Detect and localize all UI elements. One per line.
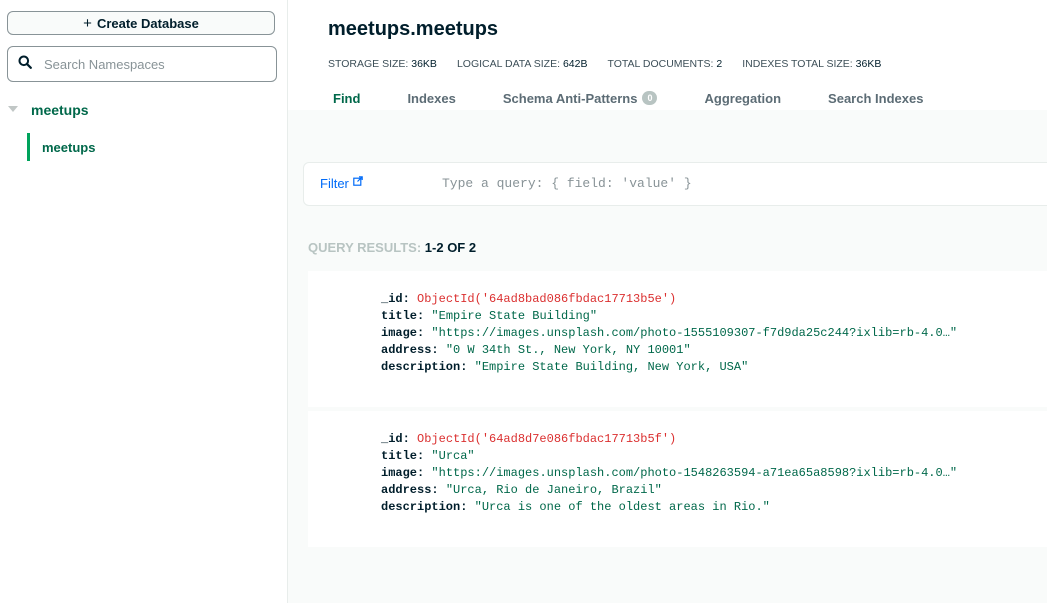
field-key: _id: [381,432,410,446]
stat-value: 642B [562,58,588,70]
field-address: address: "Urca, Rio de Janeiro, Brazil" [381,482,957,499]
plus-icon: + [83,14,92,32]
tab-label: Schema Anti-Patterns [502,90,638,106]
field-key: description: [381,500,468,514]
stat-label: STORAGE SIZE: [328,58,409,70]
field-address: address: "0 W 34th St., New York, NY 100… [381,342,957,359]
search-icon [18,55,32,74]
stat-indexes-total-size: INDEXES TOTAL SIZE: 36KB [742,58,881,70]
field-key: description: [381,360,468,374]
database-name[interactable]: meetups [31,102,89,118]
collection-name[interactable]: meetups [42,140,95,155]
field-key: _id: [381,292,410,306]
collection-tree-item[interactable]: meetups [27,133,280,161]
caret-down-icon[interactable] [8,106,18,112]
stat-storage-size: STORAGE SIZE: 36KB [328,58,437,70]
stat-logical-data-size: LOGICAL DATA SIZE: 642B [457,58,588,70]
field-image: image: "https://images.unsplash.com/phot… [381,325,957,342]
stat-value: 36KB [855,58,882,70]
field-value[interactable]: "0 W 34th St., New York, NY 10001" [446,343,691,357]
field-key: address: [381,343,439,357]
field-value[interactable]: "https://images.unsplash.com/photo-15551… [431,326,957,340]
stat-value: 2 [716,58,723,70]
field-value[interactable]: "Urca is one of the oldest areas in Rio.… [475,500,770,514]
field-id: _id: ObjectId('64ad8bad086fbdac17713b5e'… [381,291,957,308]
field-value[interactable]: "https://images.unsplash.com/photo-15482… [431,466,957,480]
field-id: _id: ObjectId('64ad8d7e086fbdac17713b5f'… [381,431,957,448]
field-key: image: [381,466,425,480]
stat-label: TOTAL DOCUMENTS: [607,58,714,70]
stat-label: INDEXES TOTAL SIZE: [742,58,853,70]
sidebar: + Create Database meetups meetups [0,0,288,603]
field-key: address: [381,483,439,497]
count-badge: 0 [642,91,658,105]
results-label-text: QUERY RESULTS: [308,240,422,255]
collection-stats: STORAGE SIZE: 36KB LOGICAL DATA SIZE: 64… [328,58,881,70]
tab-find[interactable]: Find [333,91,360,106]
document-card[interactable]: _id: ObjectId('64ad8bad086fbdac17713b5e'… [308,271,1047,407]
field-image: image: "https://images.unsplash.com/phot… [381,465,957,482]
stat-total-documents: TOTAL DOCUMENTS: 2 [607,58,722,70]
stat-label: LOGICAL DATA SIZE: [456,58,561,70]
main-panel: meetups.meetups STORAGE SIZE: 36KB LOGIC… [288,0,1047,603]
create-database-label: Create Database [96,15,199,31]
stat-value: 36KB [411,58,437,70]
field-key: title: [381,309,425,323]
filter-query-input[interactable] [440,175,844,192]
search-namespaces-field[interactable] [7,46,277,82]
document-fields: _id: ObjectId('64ad8d7e086fbdac17713b5f'… [381,431,957,516]
field-key: title: [381,449,425,463]
field-description: description: "Urca is one of the oldest … [381,499,957,516]
field-value[interactable]: ObjectId('64ad8bad086fbdac17713b5e') [417,292,676,306]
tab-aggregation[interactable]: Aggregation [704,91,781,106]
field-value[interactable]: "Urca, Rio de Janeiro, Brazil" [446,483,662,497]
field-value[interactable]: "Empire State Building" [431,309,597,323]
field-key: image: [381,326,425,340]
query-results-label: QUERY RESULTS: 1-2 OF 2 [308,240,476,255]
filter-link[interactable]: Filter [320,176,349,191]
field-title: title: "Empire State Building" [381,308,957,325]
tab-search-indexes[interactable]: Search Indexes [828,91,923,106]
field-description: description: "Empire State Building, New… [381,359,957,376]
field-title: title: "Urca" [381,448,957,465]
find-content: Filter QUERY RESULTS: 1-2 OF 2 _id: Obje… [288,110,1047,603]
page-title: meetups.meetups [328,18,499,40]
external-link-icon[interactable] [353,173,363,191]
tab-schema-anti-patterns[interactable]: Schema Anti-Patterns 0 [503,91,658,106]
results-count: 1-2 OF 2 [424,240,477,255]
document-fields: _id: ObjectId('64ad8bad086fbdac17713b5e'… [381,291,957,376]
tab-indexes[interactable]: Indexes [407,91,455,106]
search-namespaces-input[interactable] [42,55,266,73]
field-value[interactable]: ObjectId('64ad8d7e086fbdac17713b5f') [417,432,676,446]
document-card[interactable]: _id: ObjectId('64ad8d7e086fbdac17713b5f'… [308,411,1047,547]
create-database-button[interactable]: + Create Database [7,11,275,35]
field-value[interactable]: "Empire State Building, New York, USA" [475,360,749,374]
field-value[interactable]: "Urca" [431,449,474,463]
filter-bar: Filter [303,162,1047,206]
collection-tabs: Find Indexes Schema Anti-Patterns 0 Aggr… [333,88,970,108]
